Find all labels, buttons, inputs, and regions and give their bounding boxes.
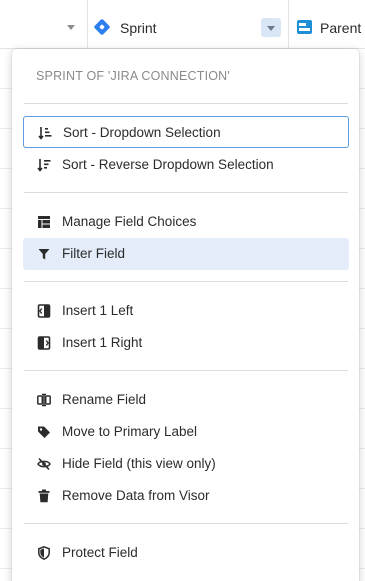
menu-item-label: Sort - Reverse Dropdown Selection xyxy=(62,157,274,172)
menu-title: SPRINT OF 'JIRA CONNECTION' xyxy=(36,69,230,83)
previous-column-header[interactable] xyxy=(0,0,88,48)
insert-left-icon xyxy=(37,304,51,318)
menu-divider xyxy=(24,103,348,104)
menu-item-label: Insert 1 Left xyxy=(62,303,134,318)
sort-ascending-icon xyxy=(38,126,52,140)
insert-right-item[interactable]: Insert 1 Right xyxy=(23,327,349,359)
menu-item-label: Protect Field xyxy=(62,545,138,560)
trash-icon xyxy=(37,489,51,503)
grid-header: Sprint Parent xyxy=(0,0,365,49)
insert-left-item[interactable]: Insert 1 Left xyxy=(23,295,349,327)
sprint-field-icon xyxy=(93,18,111,36)
menu-divider xyxy=(24,192,348,193)
menu-divider xyxy=(24,281,348,282)
chevron-down-icon xyxy=(267,26,275,31)
menu-item-label: Rename Field xyxy=(62,392,147,407)
menu-item-label: Move to Primary Label xyxy=(62,424,198,439)
sprint-column-label: Sprint xyxy=(120,20,157,36)
column-dropdown-button[interactable] xyxy=(261,18,281,37)
parent-field-icon xyxy=(297,20,312,34)
menu-item-label: Filter Field xyxy=(62,246,126,261)
rename-field-item[interactable]: Rename Field xyxy=(23,384,349,416)
move-to-primary-label-item[interactable]: Move to Primary Label xyxy=(23,416,349,448)
tag-icon xyxy=(37,425,51,439)
remove-data-item[interactable]: Remove Data from Visor xyxy=(23,480,349,512)
shield-icon xyxy=(37,546,51,560)
menu-item-label: Manage Field Choices xyxy=(62,214,197,229)
parent-column-label[interactable]: Parent xyxy=(320,19,361,37)
sort-dropdown-selection-item[interactable]: Sort - Dropdown Selection xyxy=(23,116,349,148)
menu-item-label: Remove Data from Visor xyxy=(62,488,210,503)
insert-right-icon xyxy=(37,336,51,350)
menu-item-label: Insert 1 Right xyxy=(62,335,143,350)
hide-field-item[interactable]: Hide Field (this view only) xyxy=(23,448,349,480)
table-icon xyxy=(37,215,51,229)
text-cursor-icon xyxy=(37,393,51,407)
eye-slash-icon xyxy=(37,457,51,471)
manage-field-choices-item[interactable]: Manage Field Choices xyxy=(23,206,349,238)
app-root: Sprint Parent SPRINT OF 'JIRA CONNECTION… xyxy=(0,0,365,581)
menu-divider xyxy=(24,370,348,371)
filter-field-item[interactable]: Filter Field xyxy=(23,238,349,270)
protect-field-item[interactable]: Protect Field xyxy=(23,537,349,569)
menu-item-label: Sort - Dropdown Selection xyxy=(63,125,221,140)
filter-icon xyxy=(37,247,51,261)
sort-reverse-dropdown-selection-item[interactable]: Sort - Reverse Dropdown Selection xyxy=(23,149,349,181)
sprint-column-header[interactable]: Sprint xyxy=(88,0,289,48)
column-options-menu: SPRINT OF 'JIRA CONNECTION' Sort - Dropd… xyxy=(12,49,359,581)
menu-divider xyxy=(24,523,348,524)
chevron-down-icon[interactable] xyxy=(67,25,75,30)
sort-descending-icon xyxy=(37,158,51,172)
menu-item-label: Hide Field (this view only) xyxy=(62,456,216,471)
